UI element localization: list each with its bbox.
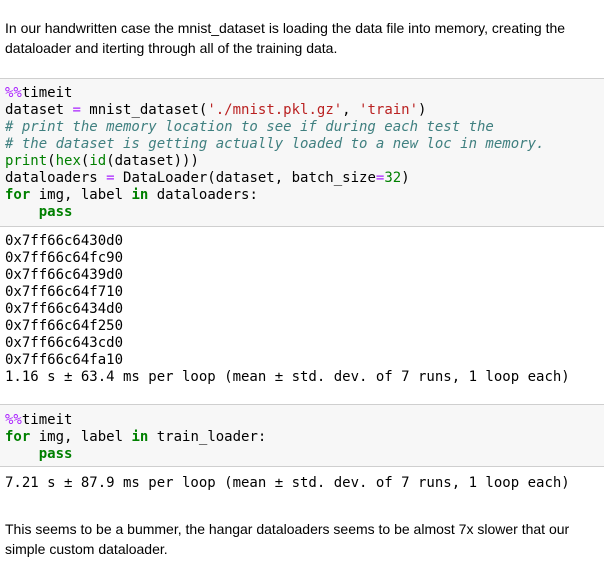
code-token: , [342,102,360,118]
output-line: 0x7ff66c64fc90 [5,250,124,266]
code-token: dataloaders [5,170,107,186]
code-line: for img, label in train_loader: [5,429,604,446]
output-line: 0x7ff66c64f250 [5,318,124,334]
code-string: 'train' [359,102,419,118]
code-builtin: id [89,153,107,169]
code-number: 32 [384,170,402,186]
code-cell-1[interactable]: %%timeit dataset = mnist_dataset('./mnis… [0,78,604,227]
magic-name: timeit [21,85,73,101]
code-token: DataLoader(dataset, batch_size [114,170,376,186]
intro-markdown: In our handwritten case the mnist_datase… [5,18,596,58]
output-line: 0x7ff66c643cd0 [5,335,124,351]
code-cell-2[interactable]: %%timeit for img, label in train_loader:… [0,404,604,467]
code-token: (dataset))) [106,153,199,169]
code-line: dataloaders = DataLoader(dataset, batch_… [5,170,604,187]
code-token: ( [47,153,56,169]
code-line: pass [5,204,604,221]
code-keyword: in [131,187,149,203]
code-token: ) [418,102,427,118]
magic-prefix: %% [5,85,22,101]
outro-markdown: This seems to be a bummer, the hangar da… [5,519,596,559]
code-operator: = [106,170,115,186]
magic-prefix: %% [5,412,22,428]
code-line: pass [5,446,604,463]
output-line: 0x7ff66c64fa10 [5,352,124,368]
output-line: 0x7ff66c6439d0 [5,267,124,283]
code-line: dataset = mnist_dataset('./mnist.pkl.gz'… [5,102,604,119]
code-line: for img, label in dataloaders: [5,187,604,204]
code-comment: # the dataset is getting actually loaded… [5,136,545,152]
intro-text: In our handwritten case the mnist_datase… [5,20,566,56]
code-token: img, label [30,429,132,445]
code-line: %%timeit [5,85,604,102]
code-operator: = [72,102,81,118]
code-line: print(hex(id(dataset))) [5,153,604,170]
code-keyword: pass [38,204,73,220]
code-keyword: in [131,429,149,445]
code-line: %%timeit [5,412,604,429]
cell-1-output: 0x7ff66c6430d0 0x7ff66c64fc90 0x7ff66c64… [5,233,604,386]
outro-text: This seems to be a bummer, the hangar da… [5,521,570,557]
code-keyword: for [5,429,31,445]
timing-result: 7.21 s ± 87.9 ms per loop (mean ± std. d… [5,475,570,491]
code-token: dataset [5,102,73,118]
code-keyword: for [5,187,31,203]
code-builtin: hex [55,153,81,169]
output-line: 0x7ff66c64f710 [5,284,124,300]
code-token: mnist_dataset( [80,102,208,118]
cell-2-output: 7.21 s ± 87.9 ms per loop (mean ± std. d… [5,475,604,492]
output-line: 0x7ff66c6430d0 [5,233,124,249]
magic-name: timeit [21,412,73,428]
code-token: dataloaders: [148,187,258,203]
code-token: ) [401,170,410,186]
timing-result: 1.16 s ± 63.4 ms per loop (mean ± std. d… [5,369,570,385]
code-string: './mnist.pkl.gz' [207,102,343,118]
code-token: img, label [30,187,132,203]
code-keyword: pass [38,446,73,462]
output-line: 0x7ff66c6434d0 [5,301,124,317]
code-token: train_loader: [148,429,267,445]
code-comment: # print the memory location to see if du… [5,119,494,135]
code-builtin: print [5,153,48,169]
